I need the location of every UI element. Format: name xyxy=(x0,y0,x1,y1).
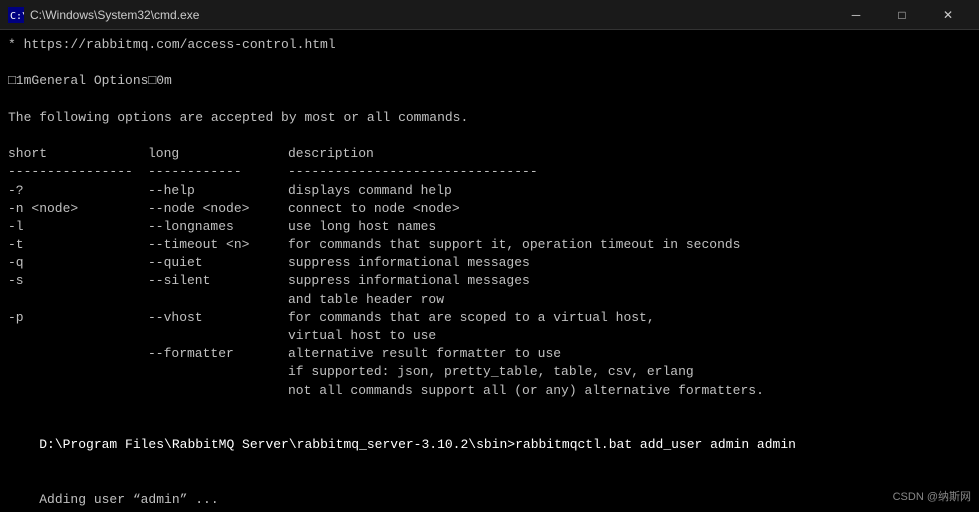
table-cell-desc: displays command help xyxy=(288,182,971,200)
table-cell-short: -l xyxy=(8,218,148,236)
blank-line-1 xyxy=(8,54,971,72)
cmd-icon: C:\ xyxy=(8,7,24,23)
table-cell-long xyxy=(148,327,288,345)
cmd-input-line: D:\Program Files\RabbitMQ Server\rabbitm… xyxy=(8,418,971,473)
table-cell-desc: if supported: json, pretty_table, table,… xyxy=(288,363,971,381)
table-cell-short xyxy=(8,327,148,345)
table-rows: -?--helpdisplays command help-n <node>--… xyxy=(8,182,971,400)
col-header-short: short xyxy=(8,145,148,163)
table-cell-long: --formatter xyxy=(148,345,288,363)
table-cell-short xyxy=(8,363,148,381)
table-cell-long: --quiet xyxy=(148,254,288,272)
table-row: not all commands support all (or any) al… xyxy=(8,382,971,400)
cmd-input-text: D:\Program Files\RabbitMQ Server\rabbitm… xyxy=(39,437,796,452)
table-cell-desc: suppress informational messages xyxy=(288,254,971,272)
table-cell-desc: use long host names xyxy=(288,218,971,236)
table-header-row: short long description xyxy=(8,145,971,163)
table-cell-desc: connect to node <node> xyxy=(288,200,971,218)
table-row: -q--quietsuppress informational messages xyxy=(8,254,971,272)
table-cell-desc: not all commands support all (or any) al… xyxy=(288,382,971,400)
table-cell-long xyxy=(148,363,288,381)
table-cell-desc: virtual host to use xyxy=(288,327,971,345)
table-row: if supported: json, pretty_table, table,… xyxy=(8,363,971,381)
table-cell-short: -t xyxy=(8,236,148,254)
table-cell-long: --node <node> xyxy=(148,200,288,218)
table-cell-long: --help xyxy=(148,182,288,200)
table-row: and table header row xyxy=(8,291,971,309)
table-cell-long: --vhost xyxy=(148,309,288,327)
table-cell-desc: and table header row xyxy=(288,291,971,309)
table-row: -s--silentsuppress informational message… xyxy=(8,272,971,290)
table-cell-short: -q xyxy=(8,254,148,272)
table-cell-desc: for commands that are scoped to a virtua… xyxy=(288,309,971,327)
table-cell-short xyxy=(8,382,148,400)
minimize-button[interactable]: ─ xyxy=(833,0,879,30)
table-cell-desc: alternative result formatter to use xyxy=(288,345,971,363)
table-row: -t--timeout <n>for commands that support… xyxy=(8,236,971,254)
table-cell-short xyxy=(8,345,148,363)
divider-long: ------------ xyxy=(148,163,288,181)
table-divider-row: ---------------- ------------ ----------… xyxy=(8,163,971,181)
table-cell-short: -n <node> xyxy=(8,200,148,218)
table-cell-long xyxy=(148,291,288,309)
terminal-body: * https://rabbitmq.com/access-control.ht… xyxy=(0,30,979,512)
table-cell-long: --silent xyxy=(148,272,288,290)
table-cell-long: --timeout <n> xyxy=(148,236,288,254)
table-row: --formatteralternative result formatter … xyxy=(8,345,971,363)
col-header-desc: description xyxy=(288,145,971,163)
table-row: virtual host to use xyxy=(8,327,971,345)
table-row: -?--helpdisplays command help xyxy=(8,182,971,200)
table-cell-short: -s xyxy=(8,272,148,290)
window-controls: ─ □ ✕ xyxy=(833,0,971,30)
divider-desc: -------------------------------- xyxy=(288,163,971,181)
section-header-text: □1mGeneral Options□0m xyxy=(8,73,172,88)
close-button[interactable]: ✕ xyxy=(925,0,971,30)
cmd-output-text-1: Adding user “admin” ... xyxy=(39,492,218,507)
intro-line: The following options are accepted by mo… xyxy=(8,109,971,127)
table-row: -p--vhostfor commands that are scoped to… xyxy=(8,309,971,327)
section-header: □1mGeneral Options□0m xyxy=(8,72,971,90)
window-title: C:\Windows\System32\cmd.exe xyxy=(30,8,833,22)
table-cell-long: --longnames xyxy=(148,218,288,236)
table-cell-desc: suppress informational messages xyxy=(288,272,971,290)
maximize-button[interactable]: □ xyxy=(879,0,925,30)
titlebar: C:\ C:\Windows\System32\cmd.exe ─ □ ✕ xyxy=(0,0,979,30)
url-line: * https://rabbitmq.com/access-control.ht… xyxy=(8,36,971,54)
col-header-long: long xyxy=(148,145,288,163)
svg-text:C:\: C:\ xyxy=(10,11,24,22)
blank-line-3 xyxy=(8,127,971,145)
table-row: -l--longnamesuse long host names xyxy=(8,218,971,236)
table-cell-short: -? xyxy=(8,182,148,200)
blank-line-2 xyxy=(8,91,971,109)
divider-short: ---------------- xyxy=(8,163,148,181)
table-cell-short: -p xyxy=(8,309,148,327)
watermark: CSDN @纳斯网 xyxy=(893,488,971,504)
table-cell-short xyxy=(8,291,148,309)
table-cell-long xyxy=(148,382,288,400)
table-row: -n <node>--node <node>connect to node <n… xyxy=(8,200,971,218)
table-cell-desc: for commands that support it, operation … xyxy=(288,236,971,254)
cmd-output-1: Adding user “admin” ... xyxy=(8,473,971,512)
blank-line-4 xyxy=(8,400,971,418)
